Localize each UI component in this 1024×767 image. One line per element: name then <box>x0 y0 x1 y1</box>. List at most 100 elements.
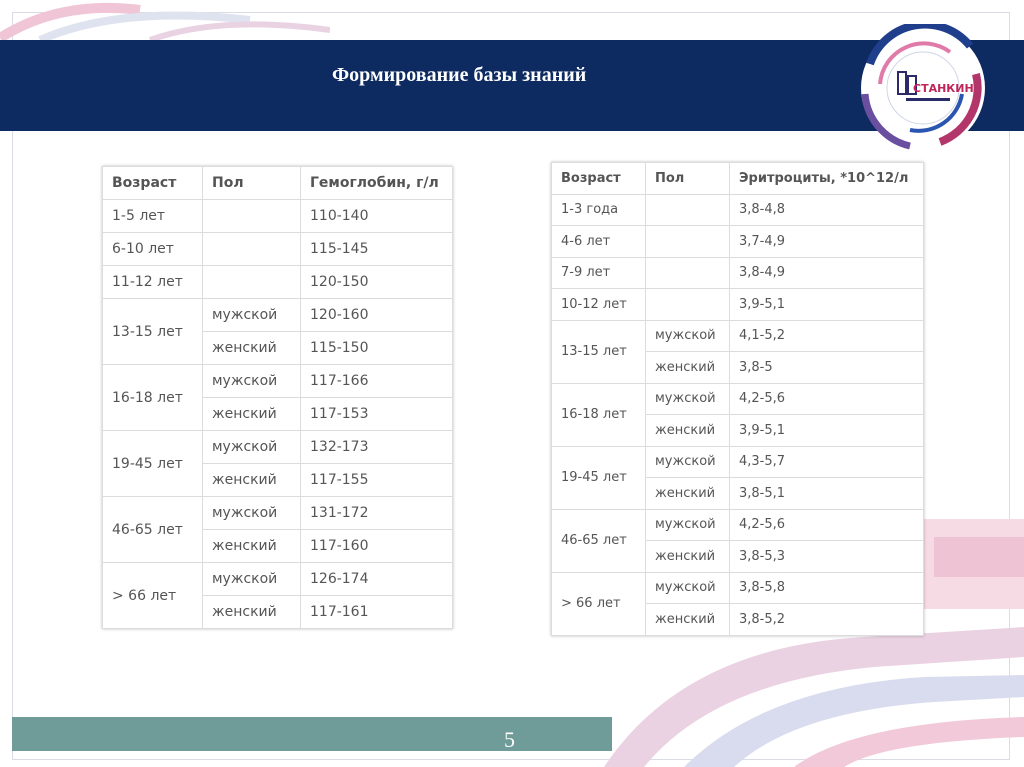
table-row: 16-18 лет мужской 4,2-5,6 <box>551 382 924 447</box>
value-cell: 117-160 <box>300 529 453 563</box>
age-cell: 4-6 лет <box>551 225 646 258</box>
table-row: 46-65 лет мужской 131-172 <box>102 496 453 563</box>
value-cell: 110-140 <box>300 199 453 233</box>
age-cell: 19-45 лет <box>551 445 646 510</box>
table-row: 10-12 лет 3,9-5,1 <box>551 288 924 321</box>
table-row: 11-12 лет 120-150 <box>102 265 453 299</box>
column-header-sex: Пол <box>202 166 301 200</box>
value-cell: 4,3-5,7 <box>729 445 924 478</box>
age-cell: 7-9 лет <box>551 256 646 289</box>
column-header-age: Возраст <box>551 162 646 195</box>
age-cell: 13-15 лет <box>102 298 203 365</box>
table-row: > 66 лет мужской 126-174 <box>102 562 453 629</box>
sex-cell <box>202 265 301 299</box>
sex-cell: женский <box>645 540 730 573</box>
table-row: 19-45 лет мужской 4,3-5,7 <box>551 445 924 510</box>
sex-cell: женский <box>202 595 301 629</box>
value-cell: 4,2-5,6 <box>729 508 924 541</box>
table-row: 1-3 года 3,8-4,8 <box>551 193 924 226</box>
sex-cell: женский <box>202 331 301 365</box>
column-header-age: Возраст <box>102 166 203 200</box>
sex-cell: мужской <box>645 382 730 415</box>
age-cell: 10-12 лет <box>551 288 646 321</box>
footer-bar <box>12 717 612 751</box>
page-title: Формирование базы знаний <box>332 64 587 86</box>
sex-cell: мужской <box>202 298 301 332</box>
value-cell: 4,1-5,2 <box>729 319 924 352</box>
sex-cell: женский <box>645 351 730 384</box>
value-cell: 3,8-5,3 <box>729 540 924 573</box>
age-cell: 1-5 лет <box>102 199 203 233</box>
table-row: > 66 лет мужской 3,8-5,8 <box>551 571 924 636</box>
age-cell: 6-10 лет <box>102 232 203 266</box>
value-cell: 3,8-4,9 <box>729 256 924 289</box>
sex-cell <box>645 193 730 226</box>
sex-cell: мужской <box>645 319 730 352</box>
table-header-row: Возраст Пол Гемоглобин, г/л <box>102 166 453 200</box>
age-cell: > 66 лет <box>551 571 646 636</box>
sex-cell: мужской <box>645 508 730 541</box>
decorative-arcs-top <box>0 2 330 40</box>
sex-cell: мужской <box>645 445 730 478</box>
value-cell: 3,8-5,8 <box>729 571 924 604</box>
table-row: 4-6 лет 3,7-4,9 <box>551 225 924 258</box>
value-cell: 132-173 <box>300 430 453 464</box>
column-header-hemoglobin: Гемоглобин, г/л <box>300 166 453 200</box>
value-cell: 3,8-5,1 <box>729 477 924 510</box>
value-cell: 115-150 <box>300 331 453 365</box>
erythrocyte-table: Возраст Пол Эритроциты, *10^12/л 1-3 год… <box>551 162 924 636</box>
column-header-sex: Пол <box>645 162 730 195</box>
sex-cell: мужской <box>202 562 301 596</box>
age-cell: 19-45 лет <box>102 430 203 497</box>
sex-cell: женский <box>202 529 301 563</box>
page-number: 5 <box>504 727 515 752</box>
value-cell: 4,2-5,6 <box>729 382 924 415</box>
value-cell: 3,9-5,1 <box>729 288 924 321</box>
value-cell: 131-172 <box>300 496 453 530</box>
value-cell: 3,8-4,8 <box>729 193 924 226</box>
logo-text: СТАНКИН <box>913 82 974 95</box>
value-cell: 3,9-5,1 <box>729 414 924 447</box>
table-row: 6-10 лет 115-145 <box>102 232 453 266</box>
age-cell: 46-65 лет <box>102 496 203 563</box>
table-row: 19-45 лет мужской 132-173 <box>102 430 453 497</box>
table-row: 1-5 лет 110-140 <box>102 199 453 233</box>
sex-cell <box>202 199 301 233</box>
value-cell: 120-150 <box>300 265 453 299</box>
sex-cell: женский <box>202 397 301 431</box>
value-cell: 115-145 <box>300 232 453 266</box>
table-row: 7-9 лет 3,8-4,9 <box>551 256 924 289</box>
age-cell: 11-12 лет <box>102 265 203 299</box>
value-cell: 117-153 <box>300 397 453 431</box>
sex-cell: мужской <box>645 571 730 604</box>
age-cell: 16-18 лет <box>551 382 646 447</box>
table-row: 13-15 лет мужской 4,1-5,2 <box>551 319 924 384</box>
value-cell: 117-161 <box>300 595 453 629</box>
value-cell: 117-166 <box>300 364 453 398</box>
sex-cell: женский <box>645 603 730 636</box>
value-cell: 117-155 <box>300 463 453 497</box>
value-cell: 3,8-5,2 <box>729 603 924 636</box>
age-cell: 1-3 года <box>551 193 646 226</box>
sex-cell: мужской <box>202 364 301 398</box>
sex-cell: мужской <box>202 496 301 530</box>
value-cell: 3,7-4,9 <box>729 225 924 258</box>
stankin-logo-icon: СТАНКИН <box>861 24 985 150</box>
sex-cell <box>645 288 730 321</box>
value-cell: 126-174 <box>300 562 453 596</box>
value-cell: 120-160 <box>300 298 453 332</box>
value-cell: 3,8-5 <box>729 351 924 384</box>
table-row: 13-15 лет мужской 120-160 <box>102 298 453 365</box>
age-cell: 46-65 лет <box>551 508 646 573</box>
hemoglobin-table: Возраст Пол Гемоглобин, г/л 1-5 лет 110-1… <box>102 166 453 629</box>
age-cell: 13-15 лет <box>551 319 646 384</box>
sex-cell <box>645 225 730 258</box>
sex-cell <box>645 256 730 289</box>
sex-cell: мужской <box>202 430 301 464</box>
column-header-erythrocytes: Эритроциты, *10^12/л <box>729 162 924 195</box>
sex-cell: женский <box>645 414 730 447</box>
age-cell: > 66 лет <box>102 562 203 629</box>
table-header-row: Возраст Пол Эритроциты, *10^12/л <box>551 162 924 195</box>
age-cell: 16-18 лет <box>102 364 203 431</box>
table-row: 16-18 лет мужской 117-166 <box>102 364 453 431</box>
